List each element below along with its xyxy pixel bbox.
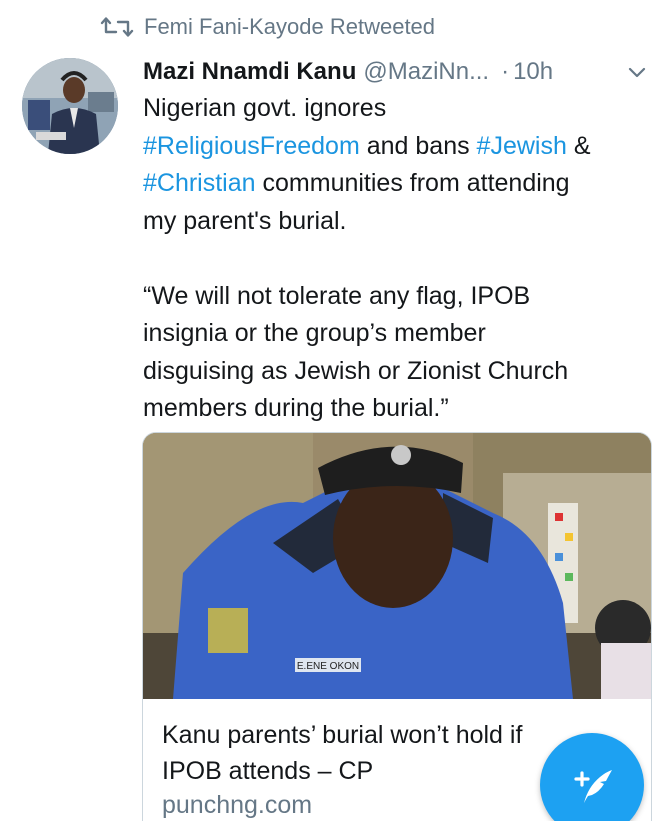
author-name[interactable]: Mazi Nnamdi Kanu [143,58,356,86]
tweet-body: Nigerian govt. ignores #ReligiousFreedom… [143,90,648,428]
tweet-line: #ReligiousFreedom and bans #Jewish & [143,128,648,166]
tweet-quote-line: insignia or the group’s member [143,319,486,347]
retweet-label: Femi Fani-Kayode Retweeted [144,14,436,39]
tweet-quote-line: disguising as Jewish or Zionist Church [143,356,569,385]
hashtag-link[interactable]: #Christian [143,169,256,197]
card-image: E.ENE OKON [143,433,651,699]
tweet-header: Mazi Nnamdi Kanu @MaziNn... · 10h [143,55,648,89]
hashtag-link[interactable]: #Jewish [477,132,567,160]
tweet-quote-line: members during the burial.” [143,394,449,422]
tweet-text-segment: and bans [359,131,477,160]
retweet-context[interactable]: Femi Fani-Kayode Retweeted [100,12,435,42]
hashtag-link[interactable]: #ReligiousFreedom [143,132,360,160]
tweet-text-segment: communities from attending [255,169,570,197]
tweet-quote-line: “We will not tolerate any flag, IPOB [143,281,531,310]
svg-text:E.ENE OKON: E.ENE OKON [297,661,359,672]
tweet-line: Nigerian govt. ignores [143,94,387,122]
avatar[interactable] [22,58,118,154]
tweet-text-segment: & [566,131,591,160]
author-handle[interactable]: @MaziNn... [363,58,489,86]
header-separator: · [501,58,510,85]
avatar-photo [22,58,118,154]
tweet-line: #Christian communities from attending [143,165,648,203]
retweet-icon [100,17,134,37]
tweet-line: my parent's burial. [143,206,347,235]
card-domain: punchng.com [162,791,313,819]
tweet-timestamp[interactable]: 10h [513,58,553,86]
chevron-down-icon[interactable] [626,61,648,83]
compose-tweet-icon [574,770,612,803]
